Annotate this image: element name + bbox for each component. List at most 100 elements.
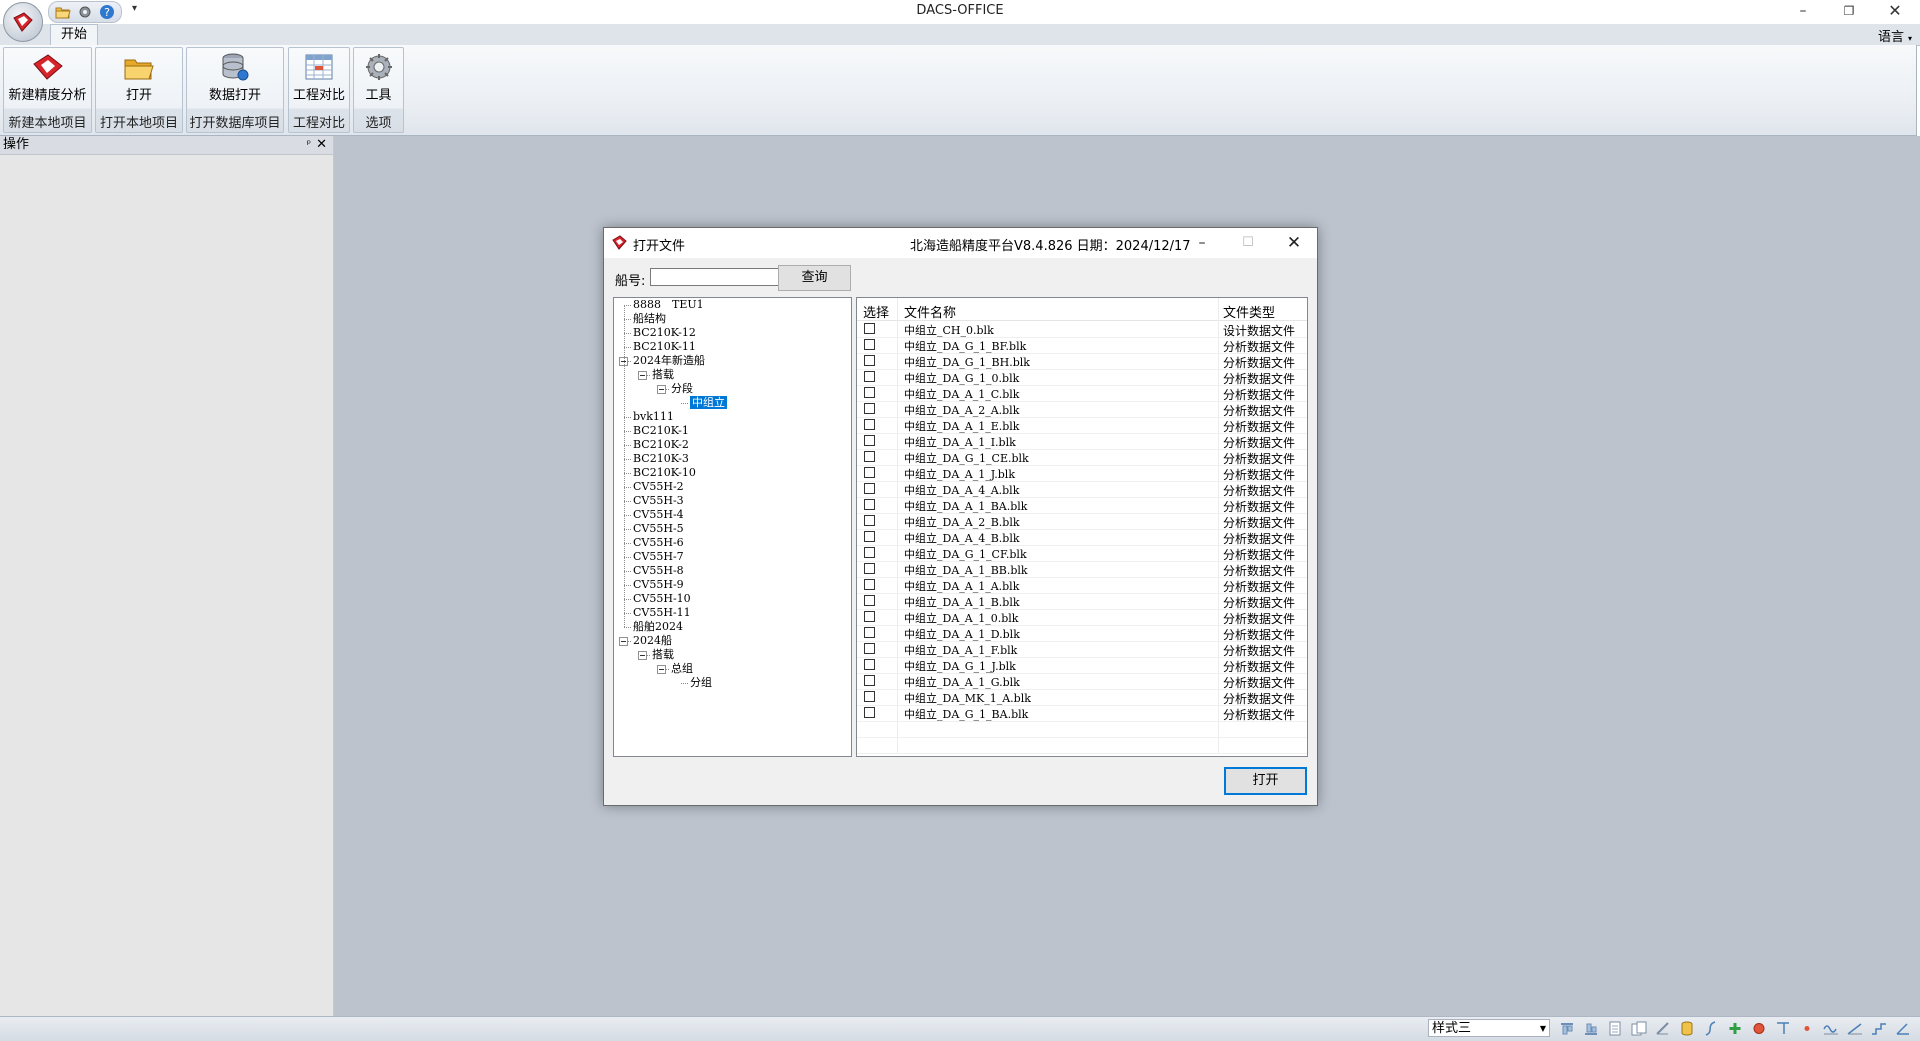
file-row[interactable]: 中组立_CH_0.blk 设计数据文件 bbox=[857, 321, 1307, 338]
file-select-checkbox[interactable] bbox=[864, 563, 875, 574]
file-row[interactable]: 中组立_DA_G_1_J.blk 分析数据文件 bbox=[857, 657, 1307, 674]
file-select-checkbox[interactable] bbox=[864, 659, 875, 670]
tree-node[interactable]: CV55H-3 bbox=[633, 494, 684, 508]
tree-node[interactable]: CV55H-5 bbox=[633, 522, 684, 536]
file-select-checkbox[interactable] bbox=[864, 627, 875, 638]
step-icon[interactable] bbox=[1870, 1020, 1888, 1037]
column-header-select[interactable]: 选择 bbox=[863, 302, 889, 321]
file-select-checkbox[interactable] bbox=[864, 483, 875, 494]
file-row[interactable]: 中组立_DA_A_1_F.blk 分析数据文件 bbox=[857, 641, 1307, 658]
point-red-icon[interactable] bbox=[1750, 1020, 1768, 1037]
new-precision-analysis-button[interactable]: 新建精度分析 bbox=[4, 48, 91, 110]
tab-start[interactable]: 开始 bbox=[50, 24, 98, 46]
file-select-checkbox[interactable] bbox=[864, 675, 875, 686]
tree-collapse-toggle[interactable] bbox=[638, 651, 647, 660]
file-row[interactable]: 中组立_DA_MK_1_A.blk 分析数据文件 bbox=[857, 689, 1307, 706]
file-select-checkbox[interactable] bbox=[864, 707, 875, 718]
file-row[interactable]: 中组立_DA_A_1_E.blk 分析数据文件 bbox=[857, 417, 1307, 434]
dialog-close-button[interactable]: ✕ bbox=[1271, 228, 1317, 258]
file-row[interactable]: 中组立_DA_A_2_B.blk 分析数据文件 bbox=[857, 513, 1307, 530]
tree-node[interactable]: 中组立 bbox=[690, 396, 727, 410]
file-row[interactable]: 中组立_DA_G_1_BA.blk 分析数据文件 bbox=[857, 705, 1307, 722]
tree-node[interactable]: CV55H-8 bbox=[633, 564, 684, 578]
file-select-checkbox[interactable] bbox=[864, 467, 875, 478]
language-menu[interactable]: 语言 ▾ bbox=[1878, 26, 1912, 45]
tree-collapse-toggle[interactable] bbox=[619, 637, 628, 646]
tree-node[interactable]: CV55H-7 bbox=[633, 550, 684, 564]
tree-node[interactable]: 总组 bbox=[671, 662, 693, 676]
tree-node[interactable]: BC210K-10 bbox=[633, 466, 696, 480]
project-tree[interactable]: 8888 TEU1 船结构 BC210K-12 BC210K-11 2024年新造船 搭载… bbox=[613, 297, 852, 757]
tree-node[interactable]: BC210K-2 bbox=[633, 438, 689, 452]
add-icon[interactable] bbox=[1726, 1020, 1744, 1037]
tree-node[interactable]: 船结构 bbox=[633, 312, 666, 326]
line-tool-icon[interactable] bbox=[1774, 1020, 1792, 1037]
tree-node[interactable]: 分组 bbox=[690, 676, 712, 690]
angle-icon[interactable] bbox=[1894, 1020, 1912, 1037]
tree-node[interactable]: 8888 TEU1 bbox=[633, 298, 704, 312]
file-select-checkbox[interactable] bbox=[864, 499, 875, 510]
file-select-checkbox[interactable] bbox=[864, 515, 875, 526]
align-bottom-icon[interactable] bbox=[1582, 1020, 1600, 1037]
slope-icon[interactable] bbox=[1846, 1020, 1864, 1037]
file-select-checkbox[interactable] bbox=[864, 387, 875, 398]
file-row[interactable]: 中组立_DA_A_1_0.blk 分析数据文件 bbox=[857, 609, 1307, 626]
file-row[interactable]: 中组立_DA_G_1_BF.blk 分析数据文件 bbox=[857, 337, 1307, 354]
file-row[interactable]: 中组立_DA_A_1_G.blk 分析数据文件 bbox=[857, 673, 1307, 690]
file-select-checkbox[interactable] bbox=[864, 323, 875, 334]
file-select-checkbox[interactable] bbox=[864, 691, 875, 702]
open-button[interactable]: 打开 bbox=[96, 48, 182, 110]
file-row[interactable]: 中组立_DA_A_4_A.blk 分析数据文件 bbox=[857, 481, 1307, 498]
page-icon[interactable] bbox=[1606, 1020, 1624, 1037]
file-row[interactable]: 中组立_DA_G_1_BH.blk 分析数据文件 bbox=[857, 353, 1307, 370]
file-row[interactable]: 中组立_DA_A_1_I.blk 分析数据文件 bbox=[857, 433, 1307, 450]
close-icon[interactable]: ✕ bbox=[316, 136, 327, 154]
column-header-type[interactable]: 文件类型 bbox=[1223, 302, 1275, 321]
file-row[interactable]: 中组立_DA_A_1_B.blk 分析数据文件 bbox=[857, 593, 1307, 610]
tree-node[interactable]: 2024船 bbox=[633, 634, 672, 648]
file-row[interactable]: 中组立_DA_G_1_CE.blk 分析数据文件 bbox=[857, 449, 1307, 466]
project-compare-button[interactable]: 工程对比 bbox=[289, 48, 349, 110]
file-select-checkbox[interactable] bbox=[864, 403, 875, 414]
tree-node[interactable]: bvk111 bbox=[633, 410, 674, 424]
tree-node[interactable]: 分段 bbox=[671, 382, 693, 396]
file-select-checkbox[interactable] bbox=[864, 419, 875, 430]
file-row[interactable]: 中组立_DA_A_1_A.blk 分析数据文件 bbox=[857, 577, 1307, 594]
align-top-icon[interactable] bbox=[1558, 1020, 1576, 1037]
restore-button[interactable]: ❐ bbox=[1826, 0, 1872, 24]
tree-collapse-toggle[interactable] bbox=[657, 385, 666, 394]
small-point-icon[interactable] bbox=[1798, 1020, 1816, 1037]
file-select-checkbox[interactable] bbox=[864, 451, 875, 462]
open-file-button[interactable]: 打开 bbox=[1224, 767, 1307, 795]
file-row[interactable]: 中组立_DA_A_4_B.blk 分析数据文件 bbox=[857, 529, 1307, 546]
file-row[interactable]: 中组立_DA_A_1_BA.blk 分析数据文件 bbox=[857, 497, 1307, 514]
file-row[interactable]: 中组立_DA_G_1_CF.blk 分析数据文件 bbox=[857, 545, 1307, 562]
file-select-checkbox[interactable] bbox=[864, 611, 875, 622]
application-menu-button[interactable] bbox=[3, 2, 43, 42]
column-header-name[interactable]: 文件名称 bbox=[904, 302, 956, 321]
tree-node[interactable]: BC210K-3 bbox=[633, 452, 689, 466]
tools-button[interactable]: 工具 bbox=[354, 48, 403, 110]
copy-page-icon[interactable] bbox=[1630, 1020, 1648, 1037]
tree-node[interactable]: CV55H-11 bbox=[633, 606, 691, 620]
wave-icon[interactable] bbox=[1822, 1020, 1840, 1037]
measure-icon[interactable] bbox=[1654, 1020, 1672, 1037]
file-select-checkbox[interactable] bbox=[864, 531, 875, 542]
tree-collapse-toggle[interactable] bbox=[638, 371, 647, 380]
file-row[interactable]: 中组立_DA_G_1_0.blk 分析数据文件 bbox=[857, 369, 1307, 386]
file-select-checkbox[interactable] bbox=[864, 595, 875, 606]
minimize-button[interactable]: – bbox=[1780, 0, 1826, 24]
query-button[interactable]: 查询 bbox=[778, 265, 851, 291]
file-select-checkbox[interactable] bbox=[864, 547, 875, 558]
close-button[interactable]: ✕ bbox=[1872, 0, 1918, 24]
file-select-checkbox[interactable] bbox=[864, 435, 875, 446]
file-row[interactable]: 中组立_DA_A_1_BB.blk 分析数据文件 bbox=[857, 561, 1307, 578]
tree-node[interactable]: CV55H-9 bbox=[633, 578, 684, 592]
tree-node[interactable]: 搭载 bbox=[652, 368, 674, 382]
tree-node[interactable]: 2024年新造船 bbox=[633, 354, 705, 368]
pin-icon[interactable]: ᵖ bbox=[307, 136, 311, 154]
tree-node[interactable]: CV55H-6 bbox=[633, 536, 684, 550]
tree-node[interactable]: 搭载 bbox=[652, 648, 674, 662]
file-row[interactable]: 中组立_DA_A_2_A.blk 分析数据文件 bbox=[857, 401, 1307, 418]
file-select-checkbox[interactable] bbox=[864, 371, 875, 382]
